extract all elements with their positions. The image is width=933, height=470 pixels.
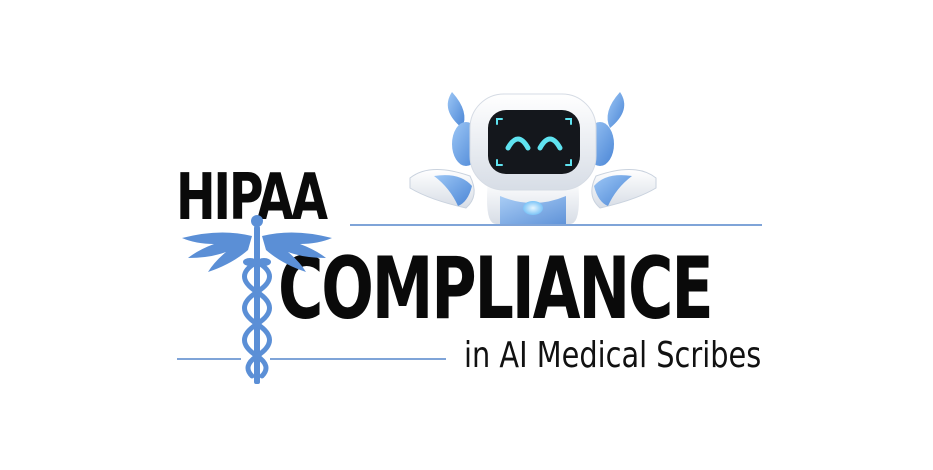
logo-canvas: HIPAA COMPLIANCE in AI Medical Scribes (0, 0, 933, 470)
caduceus-icon (182, 215, 332, 384)
